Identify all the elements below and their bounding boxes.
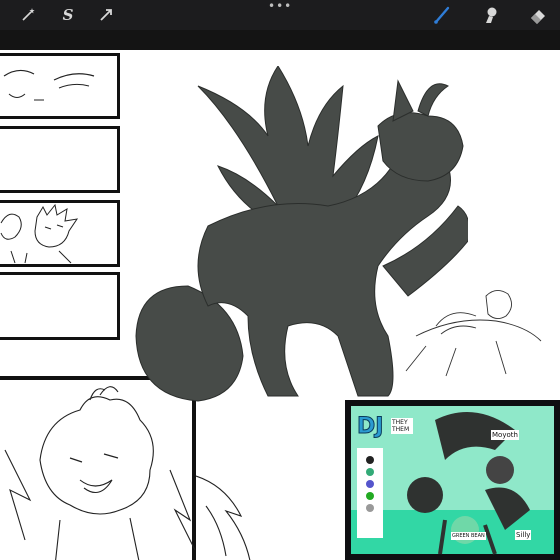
wing-sketch-lines	[196, 475, 251, 560]
drawing-canvas[interactable]: DJ THEY THEM Moyoth GREEN BEAN Silly	[0, 50, 560, 560]
more-options-icon[interactable]: •••	[268, 0, 293, 15]
magic-wand-icon[interactable]	[18, 5, 38, 25]
top-toolbar: S •••	[0, 0, 560, 30]
canvas-top-gutter	[0, 30, 560, 50]
reference-bottom-note: Silly	[515, 530, 532, 540]
eraser-icon[interactable]	[528, 5, 548, 25]
more-glyph: •••	[268, 0, 293, 13]
reference-side-note: GREEN BEAN	[451, 532, 486, 540]
transform-arrow-icon[interactable]	[96, 5, 116, 25]
brush-icon[interactable]	[432, 5, 452, 25]
comic-panel-4	[0, 272, 120, 340]
reference-image[interactable]: DJ THEY THEM Moyoth GREEN BEAN Silly	[345, 400, 560, 560]
small-sketch-figure	[405, 290, 542, 377]
reference-pronouns: THEY THEM	[391, 418, 413, 434]
panel-1-sketch	[3, 69, 95, 101]
selection-s-glyph: S	[62, 6, 74, 24]
comic-panel-1	[0, 53, 120, 119]
reference-name-note: Moyoth	[491, 430, 519, 440]
comic-panel-3	[0, 200, 120, 267]
smudge-icon[interactable]	[480, 5, 500, 25]
reference-title: DJ	[356, 414, 384, 440]
comic-panel-2	[0, 126, 120, 193]
panel-3-sketch	[0, 203, 79, 264]
selection-s-icon[interactable]: S	[58, 5, 78, 25]
